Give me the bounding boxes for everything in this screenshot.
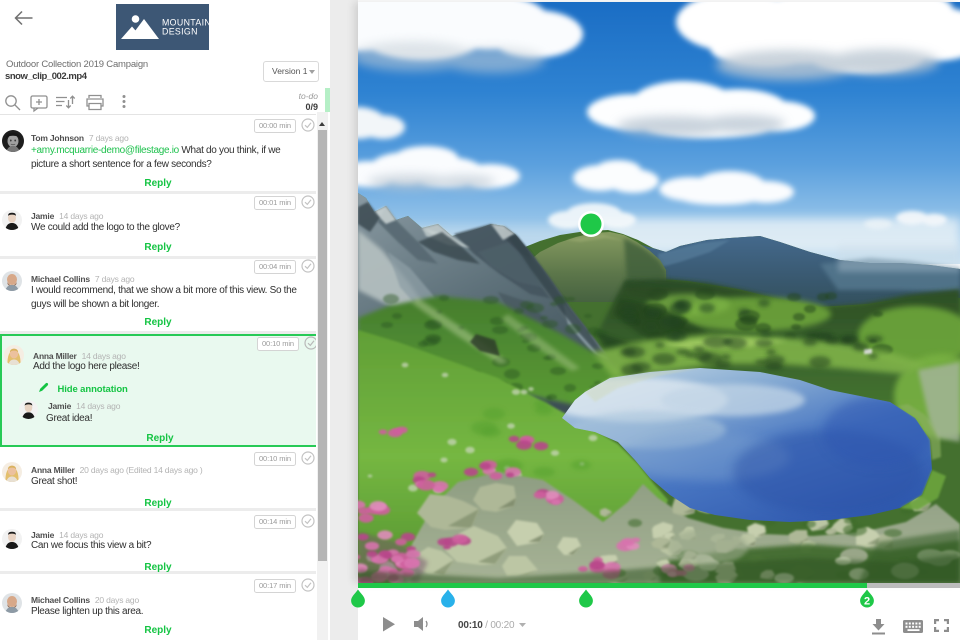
svg-text:2: 2 — [864, 596, 870, 608]
svg-text:DESIGN: DESIGN — [162, 27, 198, 37]
